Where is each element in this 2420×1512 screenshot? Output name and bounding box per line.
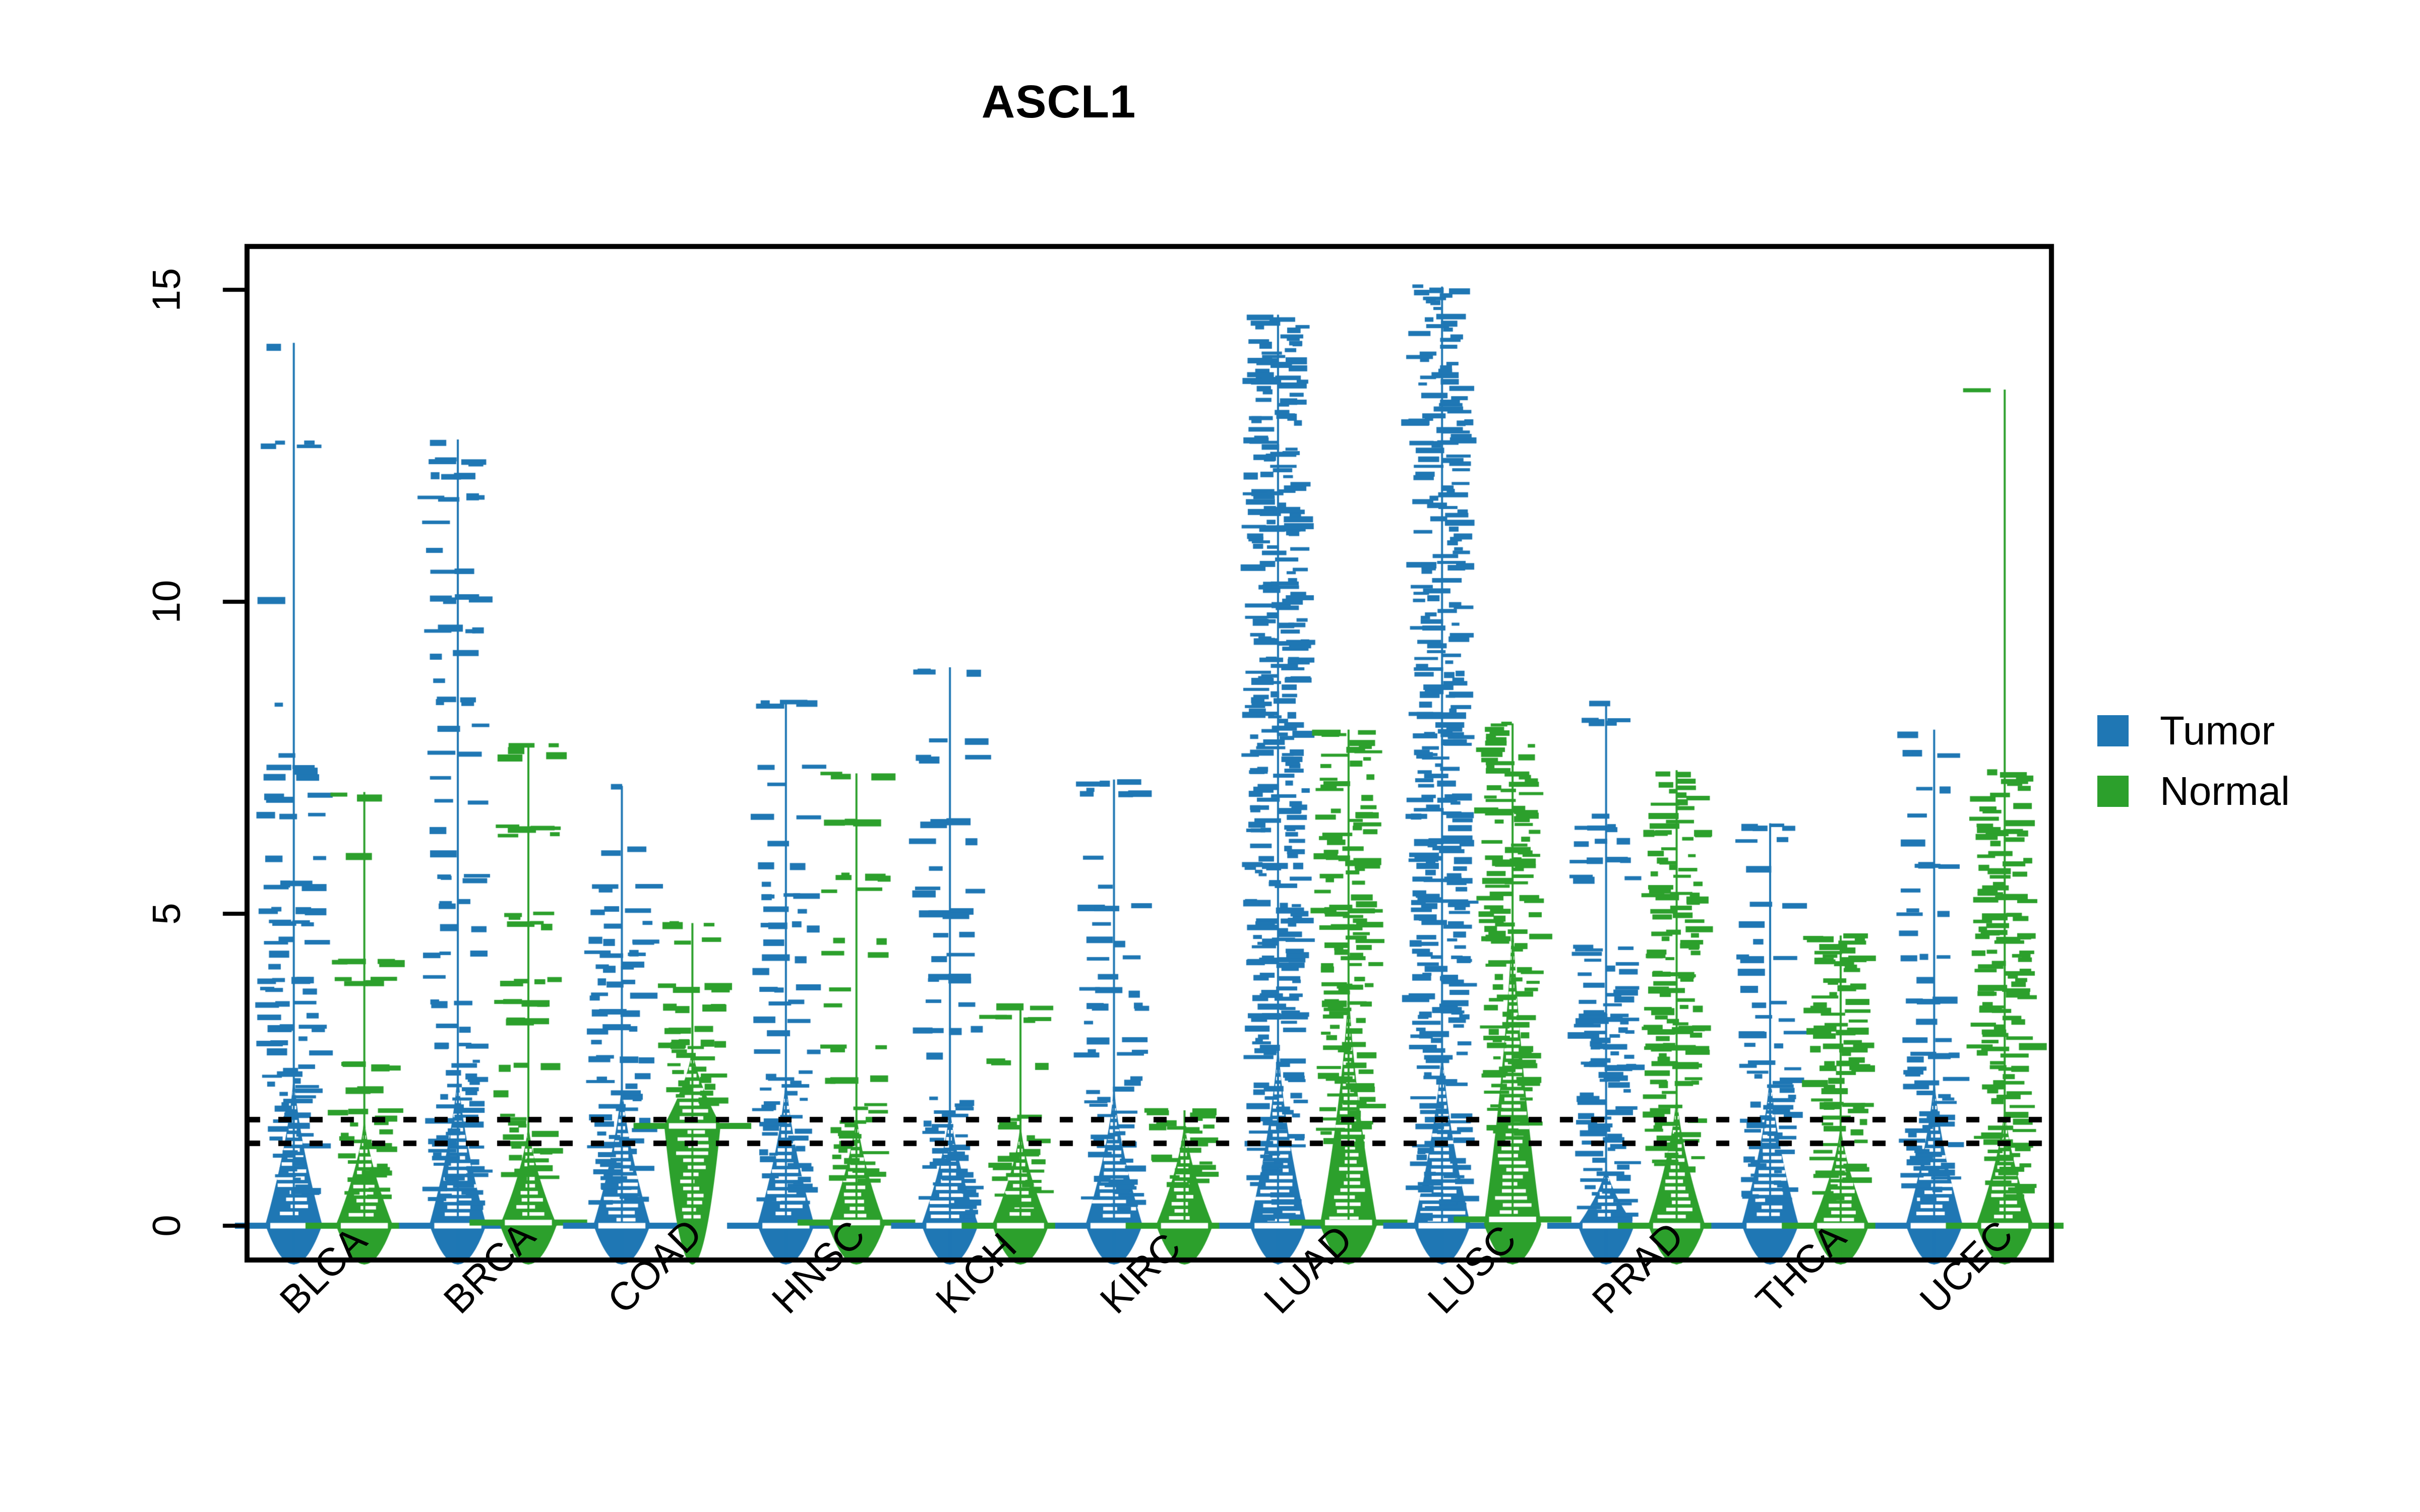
page-title: ASCL1	[981, 76, 1136, 128]
legend-item-tumor: Tumor	[2097, 701, 2290, 761]
legend-label-tumor: Tumor	[2160, 708, 2275, 753]
y-tick-label-15: 15	[144, 268, 189, 312]
y-tick-label-10: 10	[144, 580, 189, 624]
y-tick-label-5: 5	[144, 903, 189, 925]
plot-canvas	[0, 0, 2420, 1512]
y-tick-label-0: 0	[144, 1215, 189, 1237]
legend-item-normal: Normal	[2097, 761, 2290, 822]
violin-plot-figure: ASCL1 mRNA Expression (RNASeq V2, log2) …	[0, 0, 2420, 1512]
legend-label-normal: Normal	[2160, 769, 2290, 813]
legend-swatch-normal	[2097, 776, 2129, 807]
legend: Tumor Normal	[2097, 701, 2290, 822]
legend-swatch-tumor	[2097, 715, 2129, 746]
